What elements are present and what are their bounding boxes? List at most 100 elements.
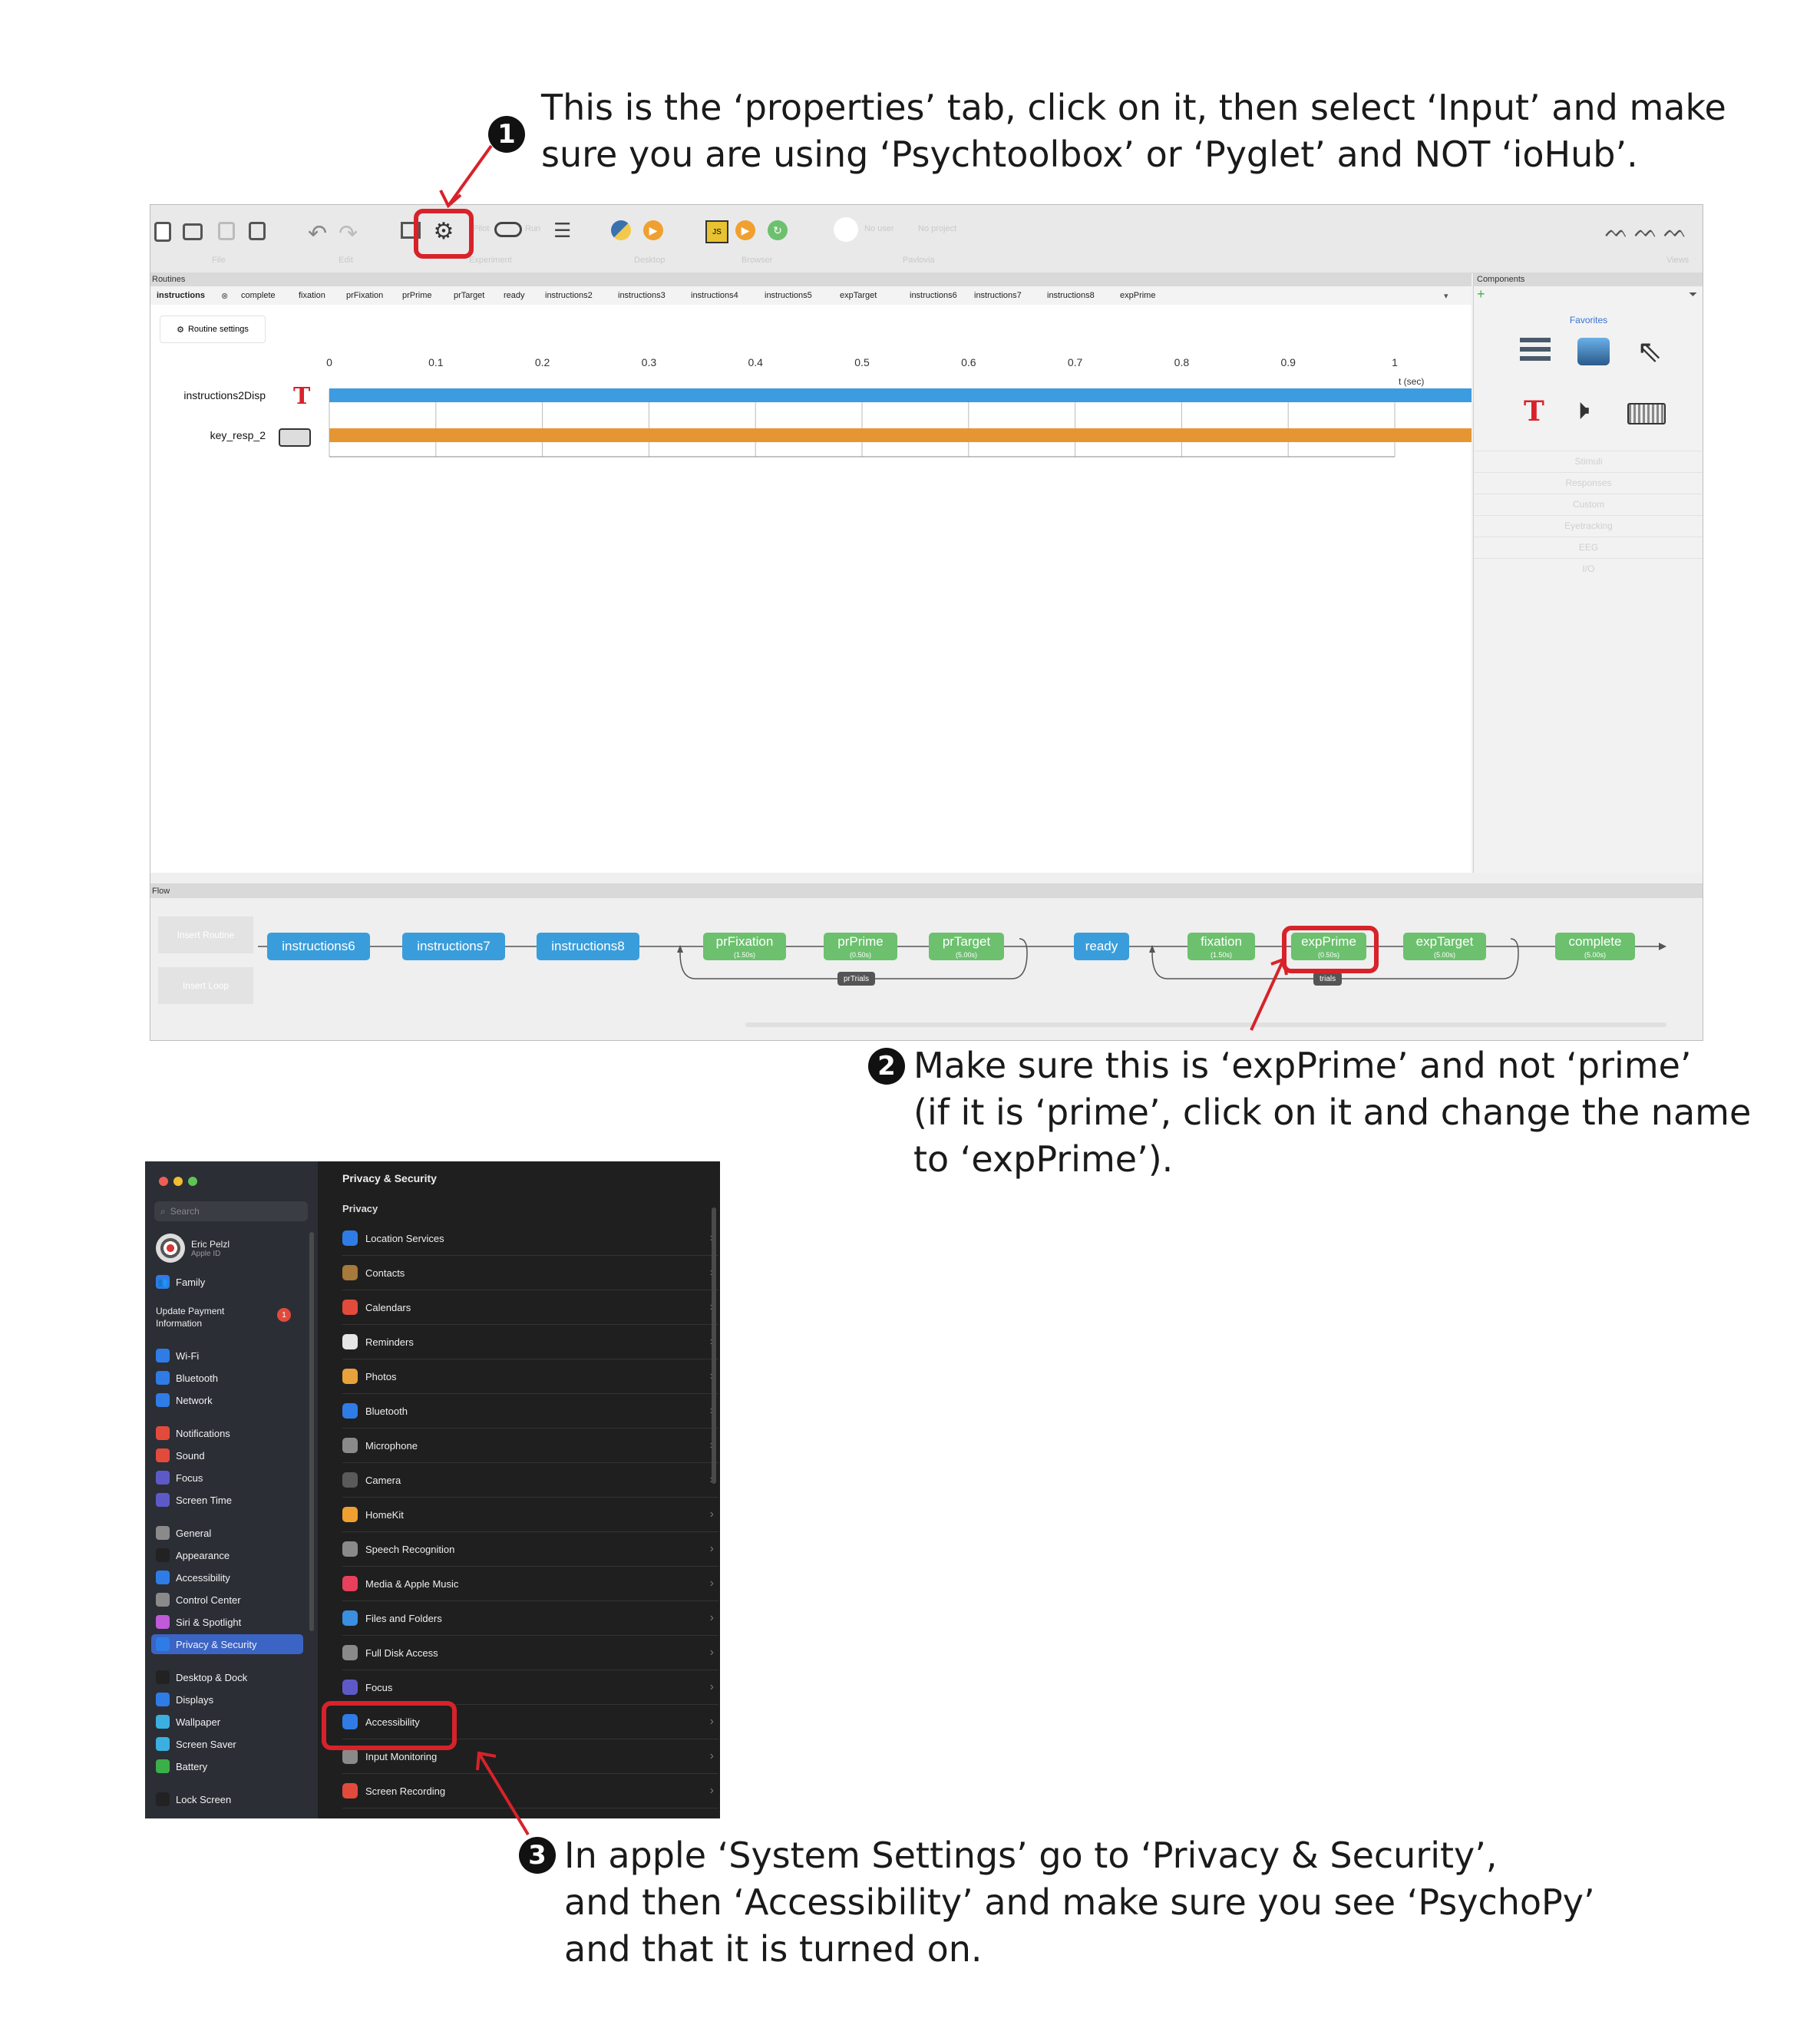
- sidebar-item-wi-fi[interactable]: Wi-Fi: [156, 1348, 199, 1363]
- privacy-item-reminders[interactable]: Reminders›: [342, 1325, 718, 1359]
- routine-tab[interactable]: prPrime: [402, 291, 432, 300]
- python-icon[interactable]: [611, 220, 631, 240]
- flow-routine-instructions7[interactable]: instructions7: [402, 933, 505, 960]
- sidebar-item-control-center[interactable]: Control Center: [156, 1592, 241, 1607]
- sound-component-icon[interactable]: 🕨: [1572, 394, 1590, 427]
- component-bar[interactable]: [329, 428, 1472, 442]
- category-header[interactable]: Custom: [1474, 494, 1703, 515]
- flow-routine-prPrime[interactable]: prPrime (0.50s): [824, 933, 897, 960]
- routine-tab[interactable]: instructions6: [910, 291, 957, 300]
- sidebar-item-screen-time[interactable]: Screen Time: [156, 1492, 232, 1508]
- privacy-item-contacts[interactable]: Contacts›: [342, 1256, 718, 1290]
- flow-routine-complete[interactable]: complete (5.00s): [1555, 933, 1635, 960]
- project-label[interactable]: No project: [918, 224, 956, 233]
- privacy-item-microphone[interactable]: Microphone›: [342, 1429, 718, 1463]
- routine-tab[interactable]: expTarget: [840, 291, 877, 300]
- sidebar-item-desktop-dock[interactable]: Desktop & Dock: [156, 1670, 247, 1685]
- pavlovia-icons[interactable]: ᨓ ᨓ ᨓ: [1605, 219, 1687, 243]
- component-name[interactable]: key_resp_2: [210, 429, 266, 441]
- mouse-component-icon[interactable]: ⇖: [1637, 334, 1663, 369]
- routine-tab[interactable]: instructions2: [545, 291, 593, 300]
- sync-icon[interactable]: ↻: [768, 220, 788, 240]
- routine-tab[interactable]: instructions3: [618, 291, 666, 300]
- flow-scrollbar[interactable]: [745, 1022, 1666, 1027]
- flow-routine-instructions6[interactable]: instructions6: [267, 933, 370, 960]
- runner-list-icon[interactable]: ☰: [553, 219, 571, 243]
- privacy-item-homekit[interactable]: HomeKit ›: [342, 1498, 718, 1532]
- pilot-run-toggle[interactable]: [494, 222, 522, 237]
- sidebar-item-accessibility[interactable]: Accessibility: [156, 1570, 230, 1585]
- close-dot-icon[interactable]: [159, 1177, 168, 1186]
- redo-icon[interactable]: ↷: [339, 220, 358, 247]
- flow-routine-instructions8[interactable]: instructions8: [537, 933, 639, 960]
- sidebar-item-appearance[interactable]: Appearance: [156, 1547, 230, 1563]
- sidebar-item-notifications[interactable]: Notifications: [156, 1425, 230, 1441]
- sidebar-item-battery[interactable]: Battery: [156, 1759, 207, 1774]
- filter-icon[interactable]: ⏷: [1689, 288, 1697, 301]
- js-icon[interactable]: JS: [705, 220, 728, 243]
- routine-tab[interactable]: expPrime: [1120, 291, 1155, 300]
- image-component-icon[interactable]: [1577, 338, 1610, 365]
- content-scrollbar[interactable]: [712, 1207, 716, 1484]
- routine-tab[interactable]: instructions5: [765, 291, 812, 300]
- privacy-item-media-apple-music[interactable]: Media & Apple Music ›: [342, 1567, 718, 1601]
- loop-label[interactable]: trials: [1313, 972, 1343, 986]
- routine-tab[interactable]: instructions7: [974, 291, 1022, 300]
- zoom-dot-icon[interactable]: [188, 1177, 197, 1186]
- privacy-item-camera[interactable]: Camera›: [342, 1463, 718, 1498]
- minimize-dot-icon[interactable]: [173, 1177, 183, 1186]
- sidebar-item-lock-screen[interactable]: Lock Screen: [156, 1792, 231, 1807]
- sidebar-item-family[interactable]: 👥 Family: [156, 1274, 205, 1290]
- routine-tab[interactable]: instructions4: [691, 291, 738, 300]
- save-as-icon[interactable]: [249, 222, 266, 240]
- privacy-item-full-disk-access[interactable]: Full Disk Access ›: [342, 1636, 718, 1670]
- flow-routine-expTarget[interactable]: expTarget (5.00s): [1403, 933, 1486, 960]
- routine-tab[interactable]: prFixation: [346, 291, 383, 300]
- open-file-icon[interactable]: [183, 223, 203, 240]
- close-tab-icon[interactable]: ⊗: [221, 291, 228, 301]
- routine-tab[interactable]: fixation: [299, 291, 325, 300]
- sidebar-item-bluetooth[interactable]: Bluetooth: [156, 1370, 218, 1386]
- run-play-icon[interactable]: ▶: [643, 220, 663, 240]
- text-component-icon[interactable]: T: [1524, 395, 1544, 428]
- routine-tab[interactable]: instructions: [157, 291, 205, 300]
- routine-tab[interactable]: prTarget: [454, 291, 484, 300]
- undo-icon[interactable]: ↶: [308, 220, 327, 247]
- category-header[interactable]: Stimuli: [1474, 451, 1703, 472]
- sidebar-scrollbar[interactable]: [309, 1232, 314, 1631]
- routine-tab[interactable]: ready: [504, 291, 525, 300]
- routine-tab[interactable]: instructions8: [1047, 291, 1095, 300]
- save-icon[interactable]: [218, 222, 235, 240]
- privacy-item-files-and-folders[interactable]: Files and Folders ›: [342, 1601, 718, 1636]
- category-header[interactable]: Eyetracking: [1474, 515, 1703, 537]
- flow-routine-ready[interactable]: ready: [1074, 933, 1129, 960]
- user-label[interactable]: No user: [864, 224, 894, 233]
- keyboard-component-icon[interactable]: [1627, 403, 1666, 424]
- sidebar-item-wallpaper[interactable]: Wallpaper: [156, 1714, 220, 1729]
- privacy-item-calendars[interactable]: Calendars›: [342, 1290, 718, 1325]
- privacy-item-photos[interactable]: Photos›: [342, 1359, 718, 1394]
- browser-run-icon[interactable]: ▶: [735, 220, 755, 240]
- category-header[interactable]: EEG: [1474, 537, 1703, 558]
- apple-id-row[interactable]: Eric Pelzl Apple ID: [156, 1234, 230, 1263]
- component-bar[interactable]: [329, 388, 1472, 402]
- category-header[interactable]: Responses: [1474, 472, 1703, 494]
- sidebar-item-network[interactable]: Network: [156, 1392, 213, 1408]
- sidebar-item-focus[interactable]: Focus: [156, 1470, 203, 1485]
- sidebar-item-displays[interactable]: Displays: [156, 1692, 213, 1707]
- add-component-icon[interactable]: +: [1477, 286, 1485, 302]
- search-field[interactable]: ⌕ Search: [154, 1201, 308, 1221]
- routine-tab[interactable]: complete: [241, 291, 276, 300]
- loop-label[interactable]: prTrials: [837, 972, 875, 986]
- sidebar-item-general[interactable]: General: [156, 1525, 211, 1541]
- form-component-icon[interactable]: [1520, 338, 1551, 365]
- sidebar-item-sound[interactable]: Sound: [156, 1448, 205, 1463]
- sidebar-item-screen-saver[interactable]: Screen Saver: [156, 1736, 236, 1752]
- sidebar-item-siri-spotlight[interactable]: Siri & Spotlight: [156, 1614, 241, 1630]
- privacy-item-location-services[interactable]: Location Services›: [342, 1221, 718, 1256]
- category-header[interactable]: I/O: [1474, 558, 1703, 580]
- component-name[interactable]: instructions2Disp: [183, 389, 266, 401]
- new-file-icon[interactable]: [154, 222, 171, 242]
- privacy-item-focus[interactable]: Focus ›: [342, 1670, 718, 1705]
- favorites-header[interactable]: Favorites: [1474, 315, 1703, 325]
